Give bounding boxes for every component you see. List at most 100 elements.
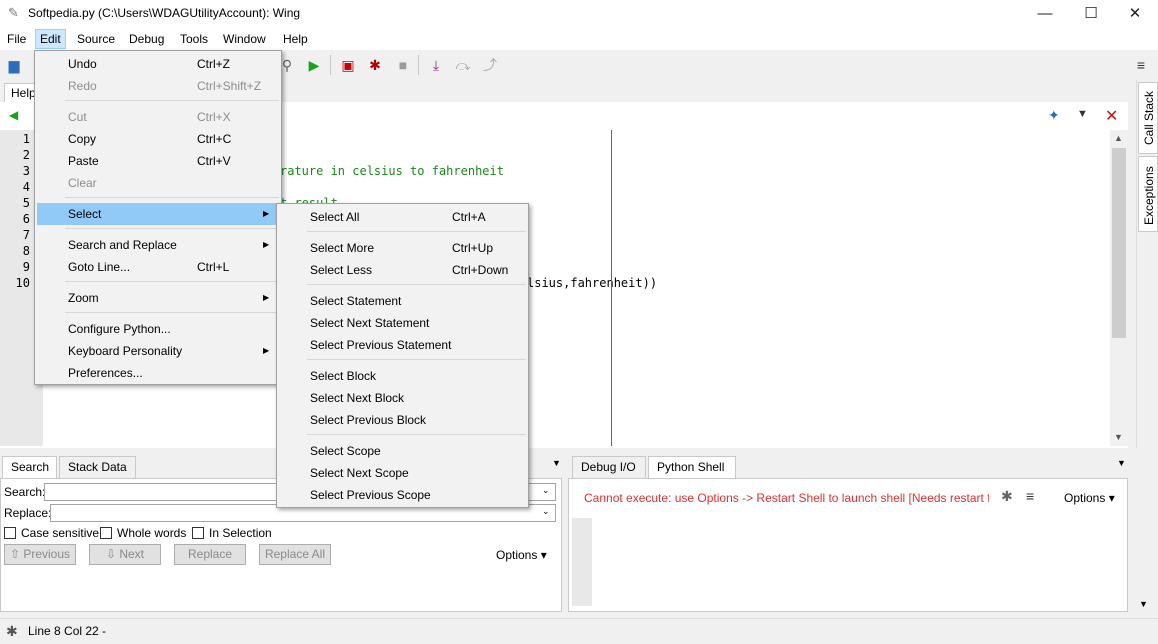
previous-button[interactable]: ⇧ Previous (4, 544, 76, 565)
shell-scroll-down-icon[interactable]: ▼ (1139, 599, 1148, 609)
menu-select-previous-statement[interactable]: Select Previous Statement (277, 334, 528, 356)
menu-preferences[interactable]: Preferences... (35, 362, 281, 384)
hamburger-menu-icon[interactable]: ≡ (1132, 56, 1150, 74)
line-number: 6 (22, 212, 30, 226)
menu-debug[interactable]: Debug (125, 31, 168, 47)
stop-icon[interactable]: ■ (394, 56, 412, 74)
down-arrow-icon: ⇩ (105, 547, 120, 561)
replace-history-chevron-icon[interactable]: ⌄ (542, 506, 550, 517)
shell-list-add-icon[interactable]: ≡ (1026, 488, 1034, 504)
search-options-button[interactable]: Options ▾ (496, 548, 547, 562)
step-out-icon[interactable]: ⤴ (481, 56, 499, 74)
editor-scrollbar-thumb[interactable] (1112, 148, 1126, 338)
menu-undo[interactable]: Undo Ctrl+Z (35, 53, 281, 75)
cursor-position: Line 8 Col 22 - (28, 624, 107, 638)
step-over-icon[interactable]: ⤼ (454, 56, 472, 74)
menu-paste[interactable]: Paste Ctrl+V (35, 150, 281, 172)
code-line-10: lsius,fahrenheit)) (527, 276, 658, 290)
menu-source[interactable]: Source (73, 31, 119, 47)
close-editor-icon[interactable]: ✕ (1105, 106, 1118, 126)
menu-edit[interactable]: Edit (35, 29, 66, 49)
submenu-arrow-icon: ▶ (263, 209, 270, 218)
menu-tools[interactable]: Tools (176, 31, 212, 47)
menu-select-previous-scope[interactable]: Select Previous Scope (277, 484, 528, 506)
shell-panel-chevron-icon[interactable]: ▼ (1117, 458, 1126, 468)
menu-select-scope[interactable]: Select Scope (277, 440, 528, 462)
tab-debug-io[interactable]: Debug I/O (572, 456, 646, 478)
up-arrow-icon: ⇧ (9, 547, 24, 561)
line-number: 9 (22, 260, 30, 274)
menu-keyboard-personality[interactable]: Keyboard Personality ▶ (35, 340, 281, 362)
new-file-icon[interactable]: ▆ (5, 56, 23, 74)
in-selection-checkbox[interactable] (192, 527, 204, 539)
wing-app-icon: ✎ (8, 5, 19, 20)
whole-words-checkbox[interactable] (100, 527, 112, 539)
menu-select-all[interactable]: Select All Ctrl+A (277, 206, 528, 228)
edge-guide-line (611, 130, 612, 446)
menu-cut[interactable]: Cut Ctrl+X (35, 106, 281, 128)
menu-goto-line[interactable]: Goto Line... Ctrl+L (35, 256, 281, 278)
menu-select-block[interactable]: Select Block (277, 365, 528, 387)
menu-select-next-statement[interactable]: Select Next Statement (277, 312, 528, 334)
tab-python-shell[interactable]: Python Shell (648, 456, 736, 478)
menu-select-next-block[interactable]: Select Next Block (277, 387, 528, 409)
menu-clear[interactable]: Clear (35, 172, 281, 194)
status-bug-icon: ✱ (6, 623, 18, 639)
status-bar: ✱ Line 8 Col 22 - (0, 618, 1158, 644)
menu-select-more[interactable]: Select More Ctrl+Up (277, 237, 528, 259)
shell-error-message: Cannot execute: use Options -> Restart S… (584, 491, 989, 505)
menu-select-previous-block[interactable]: Select Previous Block (277, 409, 528, 431)
step-into-icon[interactable]: ⤓ (427, 56, 445, 74)
edit-menu-dropdown: Undo Ctrl+Z Redo Ctrl+Shift+Z Cut Ctrl+X Co… (34, 50, 282, 385)
menu-copy[interactable]: Copy Ctrl+C (35, 128, 281, 150)
menu-search-and-replace[interactable]: Search and Replace ▶ (35, 234, 281, 256)
menu-zoom[interactable]: Zoom ▶ (35, 287, 281, 309)
breakpoint-file-icon[interactable]: ▣ (339, 56, 357, 74)
in-selection-label: In Selection (209, 526, 272, 540)
menu-file[interactable]: File (3, 31, 30, 47)
submenu-arrow-icon: ▶ (263, 293, 270, 302)
replace-label: Replace: (4, 506, 52, 520)
scroll-up-icon[interactable]: ▲ (1114, 133, 1123, 143)
close-button[interactable]: ✕ (1112, 0, 1158, 28)
panel-menu-chevron-icon[interactable]: ▼ (552, 458, 561, 468)
pin-icon[interactable]: ✦ (1048, 107, 1060, 124)
submenu-arrow-icon: ▶ (263, 346, 270, 355)
line-number: 4 (22, 180, 30, 194)
replace-button[interactable]: Replace (174, 544, 246, 565)
line-number: 7 (22, 228, 30, 242)
line-number: 3 (22, 164, 30, 178)
tab-call-stack[interactable]: Call Stack (1138, 82, 1158, 154)
whole-words-label: Whole words (117, 526, 187, 540)
shell-options-button[interactable]: Options ▾ (1064, 491, 1115, 505)
next-button[interactable]: ⇩ Next (89, 544, 161, 565)
debug-shell-bug-icon[interactable]: ✱ (1001, 488, 1013, 505)
menu-help[interactable]: Help (279, 31, 312, 47)
tab-exceptions-label: Exceptions (1142, 166, 1156, 225)
line-number: 2 (22, 148, 30, 162)
chevron-down-icon[interactable]: ▼ (1077, 108, 1088, 120)
code-line-3: rature in celsius to fahrenheit (280, 164, 504, 178)
menu-redo[interactable]: Redo Ctrl+Shift+Z (35, 75, 281, 97)
window-title: Softpedia.py (C:\Users\WDAGUtilityAccoun… (28, 6, 301, 20)
run-icon[interactable]: ▶ (305, 56, 323, 74)
menu-bar: File Edit Source Debug Tools Window Help (0, 28, 1158, 50)
menu-select-statement[interactable]: Select Statement (277, 290, 528, 312)
menu-select-less[interactable]: Select Less Ctrl+Down (277, 259, 528, 281)
menu-select-next-scope[interactable]: Select Next Scope (277, 462, 528, 484)
minimize-button[interactable]: — (1022, 0, 1068, 28)
maximize-button[interactable]: ☐ (1068, 0, 1114, 28)
tab-exceptions[interactable]: Exceptions (1138, 156, 1158, 232)
debug-bug-icon[interactable]: ✱ (366, 56, 384, 74)
select-submenu-dropdown: Select All Ctrl+A Select More Ctrl+Up Sele… (276, 203, 529, 508)
menu-select[interactable]: Select ▶ (37, 203, 277, 225)
case-sensitive-checkbox[interactable] (4, 527, 16, 539)
tab-stack-data[interactable]: Stack Data (59, 456, 136, 478)
tab-search[interactable]: Search (2, 456, 57, 478)
scroll-down-icon[interactable]: ▼ (1114, 432, 1123, 442)
menu-window[interactable]: Window (219, 31, 270, 47)
replace-all-button[interactable]: Replace All (259, 544, 331, 565)
back-arrow-icon[interactable]: ◀ (9, 108, 18, 122)
menu-configure-python[interactable]: Configure Python... (35, 318, 281, 340)
search-history-chevron-icon[interactable]: ⌄ (542, 485, 550, 496)
